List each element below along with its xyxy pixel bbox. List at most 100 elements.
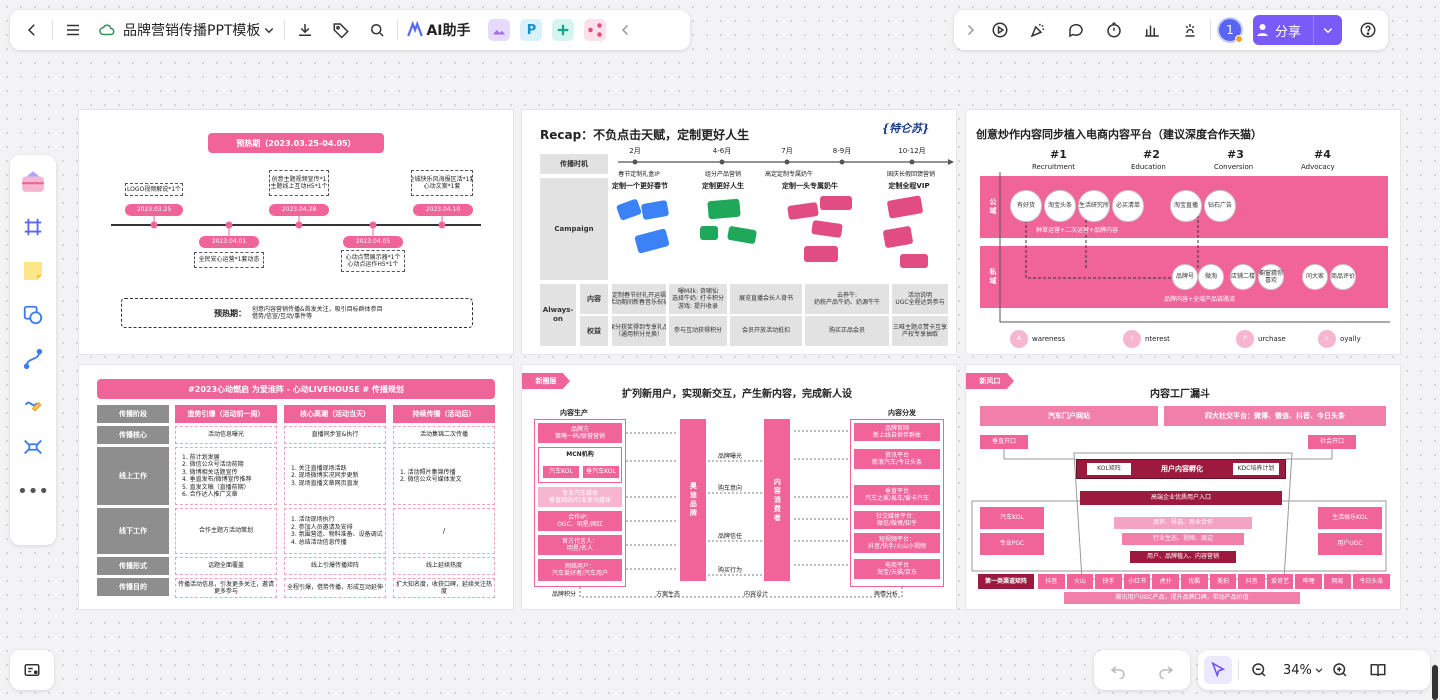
- scrollbar-handle[interactable]: [1432, 665, 1438, 700]
- slide4-online-1: 1. 前计划发展 2. 微信公众号活动前期 3. 微博相关话题宣传 4. 垂直发…: [175, 447, 277, 505]
- timer-icon[interactable]: [1100, 16, 1128, 44]
- slide2-head-4: 定制全程VIP: [888, 181, 930, 190]
- slide6-left-box-2: 专业PGC: [980, 533, 1044, 555]
- divider: [52, 20, 53, 40]
- slide4-purpose-1: 传播活动信息，引发更多关注，邀请更多参与: [175, 578, 277, 598]
- expand-right-icon[interactable]: [960, 16, 980, 44]
- slide6-funnel-row-2: 行业生态、视频、周边: [1122, 533, 1244, 545]
- help-icon[interactable]: [1354, 16, 1382, 44]
- download-icon[interactable]: [291, 16, 319, 44]
- slide6-channel-1: 抖音: [1038, 574, 1065, 589]
- menu-icon[interactable]: [59, 16, 87, 44]
- slide2-head-3: 定制一头专属奶牛: [782, 181, 838, 190]
- redo-icon[interactable]: [1152, 656, 1180, 684]
- zoom-in-icon[interactable]: [1326, 656, 1354, 684]
- slide4-online-2: 1. 关注直播现场活跃 2. 现场微博实况同步更新 3. 现场直播文章网页直发: [284, 447, 386, 505]
- slide3-aipl-a-word: wareness: [1032, 334, 1066, 343]
- slide6-right-box-2: 用户UGC: [1318, 533, 1382, 555]
- slide-6-funnel[interactable]: 新风口 内容工厂漏斗 汽车门户网站 四大社交平台：微博、微信、抖音、今日头条 垂…: [966, 365, 1400, 609]
- slide2-month-note-1: 春节定制礼盒IP: [618, 170, 660, 178]
- slide2-rights-5: 三唯主题点赞卡互享 产权专享抽取: [892, 316, 948, 346]
- slide-5-flow[interactable]: 新圈层 扩列新用户，实现新交互，产生新内容，完成新人设 内容生产 内容分发 品牌…: [522, 365, 956, 609]
- slide6-channel-10: 哔哩: [1295, 574, 1323, 589]
- more-tools-icon[interactable]: •••: [17, 477, 49, 505]
- connector-icon[interactable]: [19, 345, 47, 373]
- slide-1-timeline[interactable]: 预热期（2023.03.25-04.05） LOGO视频解说*1个 创意主题视频…: [79, 110, 513, 354]
- slide3-pcircle-3: 店铺二楼: [1230, 264, 1256, 290]
- comment-icon[interactable]: [1062, 16, 1090, 44]
- slide2-month-note-2: 组分产品营销: [704, 170, 741, 178]
- slide5-right-4: 社交媒体平台： 微信/微博/知乎: [854, 511, 940, 529]
- pen-icon[interactable]: [19, 389, 47, 417]
- collapse-left-icon[interactable]: [612, 16, 640, 44]
- share-button[interactable]: 分享: [1253, 15, 1343, 45]
- slide-2-recap[interactable]: Recap：不负点击天赋，定制更好人生 {特仑苏} 传播时机 Campaign …: [522, 110, 956, 354]
- slide3-pcircle-5: 问大家: [1302, 264, 1328, 290]
- search-icon[interactable]: [363, 16, 391, 44]
- undo-icon[interactable]: [1104, 656, 1132, 684]
- frame-icon[interactable]: [19, 213, 47, 241]
- slide3-aipl-i: I nterest: [1123, 330, 1170, 348]
- zoom-out-icon[interactable]: [1245, 656, 1273, 684]
- document-title[interactable]: 品牌营销传播PPT模板: [123, 20, 260, 40]
- select-cursor-icon[interactable]: [1204, 656, 1232, 684]
- slide2-row-campaign: Campaign: [540, 178, 608, 280]
- ai-assistant-button[interactable]: AI助手: [426, 20, 470, 40]
- slide3-aipl-l-letter: L: [1318, 330, 1336, 348]
- chevron-down-icon[interactable]: [260, 16, 278, 44]
- slide4-purpose-3: 扩大知名度，收获口碑，延续关注热度: [393, 578, 495, 598]
- book-view-icon[interactable]: [1364, 656, 1392, 684]
- slide4-row-stage: 传播阶段: [97, 405, 169, 423]
- mindmap-icon[interactable]: [19, 433, 47, 461]
- slide5-mid-2: 购车意向: [718, 485, 743, 492]
- minimap-toggle[interactable]: [10, 650, 54, 690]
- zoom-level[interactable]: 34%: [1283, 663, 1312, 678]
- slide-3-platform[interactable]: 创意炒作内容同步植入电商内容平台（建议深度合作天猫） #1 Recruitmen…: [966, 110, 1400, 354]
- ai-logo-icon[interactable]: [404, 16, 426, 44]
- slide6-funnel-lines: [971, 449, 1387, 580]
- slide4-row-core: 传播核心: [97, 426, 169, 444]
- slide-4-plan[interactable]: #2023心动燃启 为爱淮阵 - 心动LIVEHOUSE # 传播规划 传播阶段…: [79, 365, 513, 609]
- slide6-bar2: 高端企业优质用户入口: [1080, 491, 1282, 505]
- slide3-private-caption: 品牌内容+全域产品链路流: [1164, 296, 1236, 303]
- slide6-footer: 腾讯用户UGC产品，提升品牌口碑，带动产品价值: [1064, 592, 1300, 604]
- tag-icon[interactable]: [327, 16, 355, 44]
- image-plugin-icon[interactable]: [488, 19, 511, 41]
- slide2-sub-rights: 权益: [580, 316, 608, 346]
- slide4-form-1: 话题全面覆盖: [175, 557, 277, 575]
- slide1-footer-box: 预热期： 创意内容营销传播&首发关注，吸引目标群体参目 借势/信宣/互动/事件等: [121, 298, 473, 328]
- slide6-channel-2: 火山: [1066, 574, 1094, 589]
- zoom-dropdown-icon[interactable]: [1312, 656, 1326, 684]
- slide3-pcircle-4: 橱窗猜你喜欢: [1258, 264, 1284, 290]
- avatar[interactable]: 1: [1217, 17, 1243, 43]
- slide5-right-3: 垂直平台 汽车之家/易车/爱卡汽车: [854, 485, 940, 505]
- flow-plugin-icon[interactable]: [552, 19, 575, 41]
- slide3-circle-1: 有好货: [1010, 190, 1042, 222]
- share-dropdown-icon[interactable]: [1314, 16, 1342, 44]
- vote-icon[interactable]: [1138, 16, 1166, 44]
- slide2-rights-3: 会员开放活动抵扣: [730, 316, 802, 346]
- play-icon[interactable]: [986, 16, 1014, 44]
- celebrate-icon[interactable]: [1024, 16, 1052, 44]
- p-plugin-icon[interactable]: P: [520, 19, 543, 41]
- status-dot-icon: [1235, 35, 1243, 43]
- slide5-footer-2: 方案生态: [656, 591, 681, 598]
- slide5-right-5: 短视频平台： 抖音/快手/火山小视频: [854, 533, 940, 553]
- slide2-month-5: 10-12月: [898, 146, 926, 155]
- slide5-right-6: 电商平台 淘宝/天猫/京东: [854, 559, 940, 579]
- back-icon[interactable]: [18, 16, 46, 44]
- slide2-month-4: 8-9月: [832, 146, 852, 155]
- template-gallery-icon[interactable]: [17, 165, 49, 197]
- sticky-note-icon[interactable]: [19, 257, 47, 285]
- slide6-channel-6: 优酷: [1181, 574, 1208, 589]
- slide6-funnel-row-1: 测评、导选、异业合作: [1114, 517, 1252, 529]
- slide6-channel-12: 今日头条: [1352, 574, 1390, 589]
- shape-icon[interactable]: [19, 301, 47, 329]
- mindmap-plugin-icon[interactable]: [584, 19, 607, 41]
- slide5-right-1: 品牌官网 新上线自供伴群体: [854, 423, 940, 441]
- slide3-pcircle-2: 微淘: [1198, 264, 1224, 290]
- slide1-timeline-line: [111, 215, 481, 236]
- slide4-form-2: 线上引爆传播矩阵: [284, 557, 386, 575]
- hatch-icon[interactable]: [1176, 16, 1204, 44]
- slide5-right-2: 资讯平台 新浪汽车/今日头条: [854, 449, 940, 469]
